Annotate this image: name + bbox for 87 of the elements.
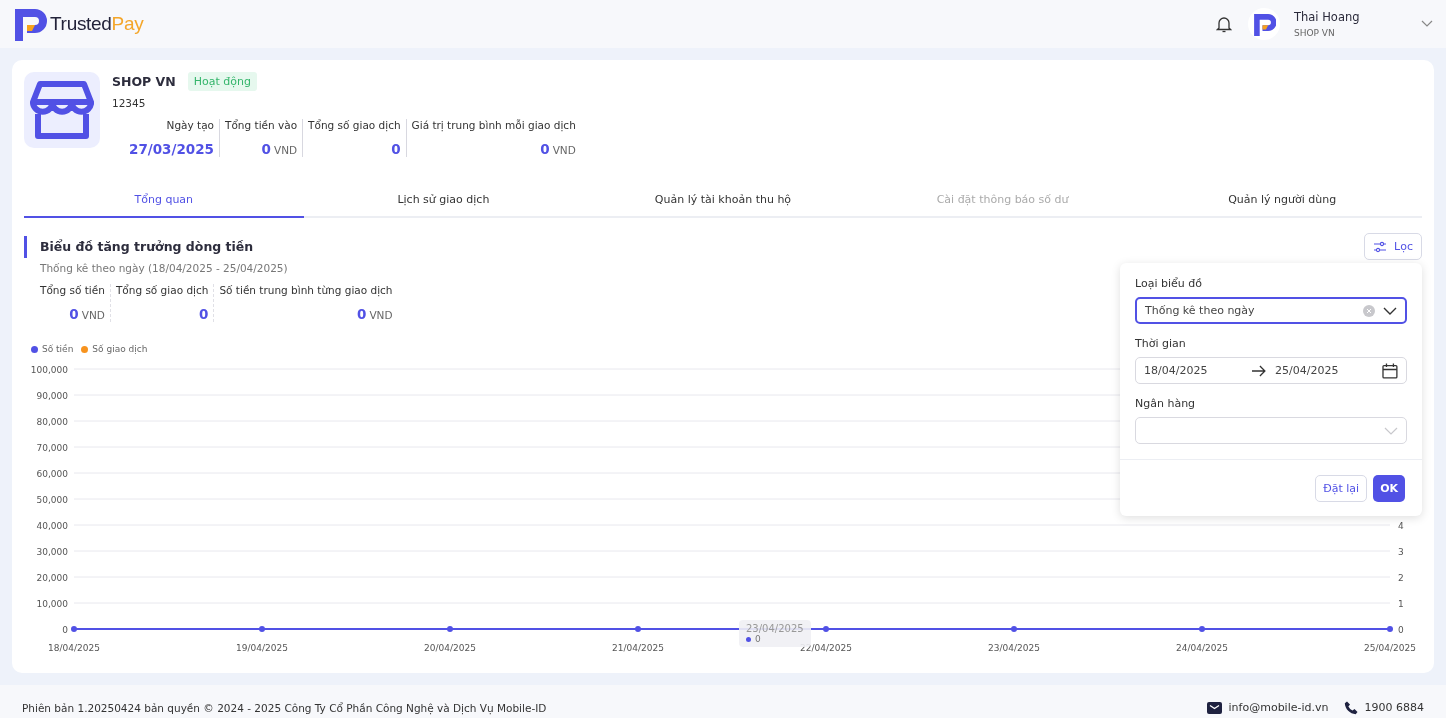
unit-label: VND: [369, 309, 393, 321]
axis-tick-label: 50,000: [36, 495, 68, 505]
ok-button[interactable]: OK: [1373, 475, 1405, 502]
field-label: Loại biểu đồ: [1135, 277, 1203, 290]
axis-tick-label: 0: [62, 625, 68, 635]
calendar-icon: [1382, 362, 1398, 379]
legend-item[interactable]: Số giao dịch: [81, 344, 148, 354]
tab[interactable]: Lịch sử giao dịch: [303, 187, 584, 218]
axis-tick-label: 1: [1398, 599, 1404, 609]
copyright-text: Phiên bản 1.20250424 bản quyền © 2024 - 2025 Công Ty Cổ Phần Công Nghệ và Dịch Vụ Mobile-ID: [22, 701, 547, 714]
axis-tick-label: 4: [1398, 521, 1404, 531]
shop-id: 12345: [112, 97, 147, 109]
axis-tick-label: 10,000: [36, 599, 68, 609]
mail-icon: [1206, 701, 1222, 714]
chevron-down-icon: [1384, 426, 1398, 435]
tooltip-date: 23/04/2025: [746, 623, 804, 634]
reset-button[interactable]: Đặt lại: [1315, 475, 1368, 502]
axis-tick-label: 30,000: [36, 547, 68, 557]
axis-tick-label: 0: [1398, 625, 1404, 635]
tooltip-value: 0: [746, 634, 804, 644]
stat-label: Tổng số tiền: [40, 284, 105, 296]
section-title: Biểu đồ tăng trưởng dòng tiền: [40, 239, 254, 254]
phone-text: 1900 6884: [1364, 701, 1424, 714]
filter-button[interactable]: Lọc: [1364, 233, 1422, 260]
data-point: [71, 626, 77, 632]
axis-tick-label: 22/04/2025: [800, 643, 852, 653]
arrow-right-icon: [1251, 364, 1267, 377]
data-point: [635, 626, 641, 632]
unit-label: VND: [273, 144, 298, 156]
data-point: [1199, 626, 1205, 632]
data-point: [447, 626, 453, 632]
storefront-icon: [30, 80, 94, 140]
stat-label: Tổng số giao dịch: [308, 119, 401, 131]
axis-tick-label: 2: [1398, 573, 1404, 583]
logo-text: TrustedPay: [50, 13, 144, 35]
chart-type-select[interactable]: Thống kê theo ngày: [1135, 297, 1407, 324]
stat-label: Giá trị trung bình mỗi giao dịch: [411, 119, 576, 131]
tab[interactable]: Tổng quan: [24, 187, 304, 218]
tab[interactable]: Quản lý người dùng: [1142, 187, 1422, 218]
axis-tick-label: 20,000: [36, 573, 68, 583]
section-subtitle: Thống kê theo ngày (18/04/2025 - 25/04/2025): [40, 262, 289, 274]
user-shop: SHOP VN: [1294, 28, 1336, 38]
stat-value: 0: [540, 141, 550, 157]
data-point: [1011, 626, 1017, 632]
legend-item[interactable]: Số tiền: [31, 344, 74, 354]
chevron-down-icon: [1383, 306, 1397, 315]
tab[interactable]: Quản lý tài khoản thu hộ: [583, 187, 863, 218]
phone-icon: [1343, 700, 1358, 715]
field-label: Ngân hàng: [1135, 397, 1197, 410]
stat-value: 0: [391, 141, 401, 157]
axis-tick-label: 20/04/2025: [424, 643, 476, 653]
axis-tick-label: 18/04/2025: [48, 643, 100, 653]
data-point: [1387, 626, 1393, 632]
axis-tick-label: 24/04/2025: [1176, 643, 1228, 653]
data-point: [823, 626, 829, 632]
stat-value: 0: [357, 306, 367, 322]
unit-label: VND: [552, 144, 576, 156]
axis-tick-label: 40,000: [36, 521, 68, 531]
axis-tick-label: 21/04/2025: [612, 643, 664, 653]
axis-tick-label: 25/04/2025: [1364, 643, 1416, 653]
axis-tick-label: 100,000: [30, 365, 68, 375]
axis-tick-label: 3: [1398, 547, 1404, 557]
axis-tick-label: 70,000: [36, 443, 68, 453]
email-text: info@mobile-id.vn: [1228, 701, 1329, 714]
shop-name: SHOP VN: [112, 74, 176, 89]
axis-tick-label: 23/04/2025: [988, 643, 1040, 653]
logo-icon: [12, 6, 48, 42]
stat-value: 0: [261, 141, 271, 157]
stat-label: Ngày tạo: [166, 119, 214, 131]
sliders-icon: [1373, 240, 1388, 253]
stat-label: Số tiền trung bình từng giao dịch: [219, 284, 393, 296]
unit-label: VND: [81, 309, 105, 321]
notification-bell-icon[interactable]: [1216, 15, 1232, 33]
stat-label: Tổng tiền vào: [225, 119, 298, 131]
axis-tick-label: 90,000: [36, 391, 68, 401]
date-range-field[interactable]: 18/04/2025 25/04/2025: [1135, 357, 1407, 384]
axis-tick-label: 60,000: [36, 469, 68, 479]
stat-value: 0: [69, 306, 79, 322]
stat-label: Tổng số giao dịch: [115, 284, 209, 296]
axis-tick-label: 80,000: [36, 417, 68, 427]
field-label: Thời gian: [1135, 337, 1187, 350]
data-point: [259, 626, 265, 632]
user-name: Thai Hoang: [1294, 10, 1361, 24]
stat-value: 27/03/2025: [129, 141, 214, 157]
stat-value: 0: [199, 306, 209, 322]
axis-tick-label: 19/04/2025: [236, 643, 288, 653]
status-badge: Hoạt động: [187, 72, 257, 91]
